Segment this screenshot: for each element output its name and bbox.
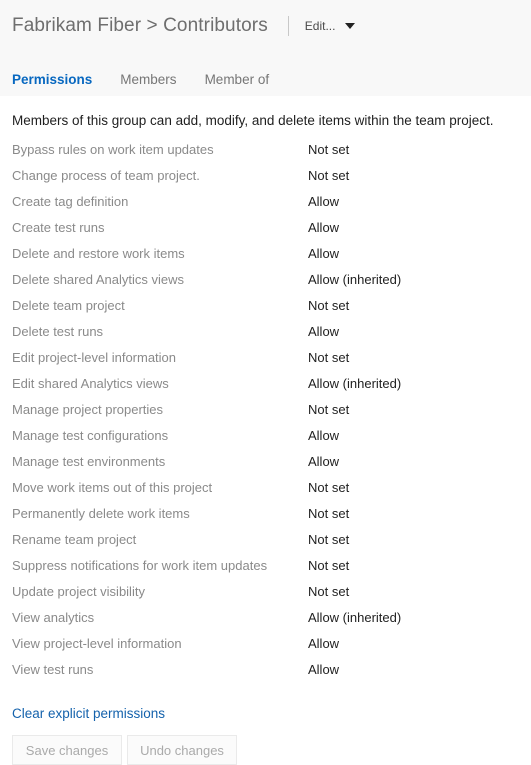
permission-value[interactable]: Allow <box>308 246 339 261</box>
permission-name: Create test runs <box>12 220 105 235</box>
permission-row[interactable]: Manage test environments Allow <box>12 454 519 480</box>
permission-value[interactable]: Allow (inherited) <box>308 272 401 287</box>
permission-row[interactable]: Change process of team project. Not set <box>12 168 519 194</box>
permission-value[interactable]: Allow <box>308 220 339 235</box>
tab-member-of[interactable]: Member of <box>205 72 270 90</box>
permission-row[interactable]: Delete test runs Allow <box>12 324 519 350</box>
permission-value[interactable]: Allow <box>308 194 339 209</box>
permission-value[interactable]: Allow (inherited) <box>308 610 401 625</box>
tab-members[interactable]: Members <box>120 72 176 90</box>
permission-name: Edit shared Analytics views <box>12 376 169 391</box>
permission-name: Delete test runs <box>12 324 104 339</box>
permission-row[interactable]: Rename team project Not set <box>12 532 519 558</box>
permission-value[interactable]: Not set <box>308 402 349 417</box>
permission-value[interactable]: Not set <box>308 168 349 183</box>
permission-name: View test runs <box>12 662 94 677</box>
permission-name: Rename team project <box>12 532 137 547</box>
permission-name: View analytics <box>12 610 95 625</box>
permission-value[interactable]: Not set <box>308 142 349 157</box>
permission-name: Manage test configurations <box>12 428 169 443</box>
title-divider <box>287 16 289 36</box>
permission-value[interactable]: Not set <box>308 584 349 599</box>
permission-value[interactable]: Allow (inherited) <box>308 376 401 391</box>
permission-name: Edit project-level information <box>12 350 177 365</box>
permission-row[interactable]: Edit project-level information Not set <box>12 350 519 376</box>
permission-name: Manage project properties <box>12 402 164 417</box>
permission-name: Move work items out of this project <box>12 480 213 495</box>
permission-value[interactable]: Not set <box>308 350 349 365</box>
permission-row[interactable]: Manage project properties Not set <box>12 402 519 428</box>
page-title: Fabrikam Fiber > Contributors <box>12 15 268 36</box>
permission-name: View project-level information <box>12 636 182 651</box>
permission-row[interactable]: Update project visibility Not set <box>12 584 519 610</box>
tab-bar: Permissions Members Member of <box>12 72 297 90</box>
permission-row[interactable]: Manage test configurations Allow <box>12 428 519 454</box>
permission-value[interactable]: Not set <box>308 480 349 495</box>
permission-row[interactable]: Create test runs Allow <box>12 220 519 246</box>
permission-row[interactable]: Suppress notifications for work item upd… <box>12 558 519 584</box>
undo-changes-button[interactable]: Undo changes <box>127 735 237 765</box>
main-content: Members of this group can add, modify, a… <box>0 96 531 765</box>
tab-permissions[interactable]: Permissions <box>12 72 92 90</box>
permission-row[interactable]: Permanently delete work items Not set <box>12 506 519 532</box>
chevron-down-icon <box>345 23 356 29</box>
save-changes-button[interactable]: Save changes <box>12 735 122 765</box>
permission-name: Permanently delete work items <box>12 506 190 521</box>
permission-name: Create tag definition <box>12 194 129 209</box>
permission-name: Delete team project <box>12 298 125 313</box>
permission-value[interactable]: Not set <box>308 558 349 573</box>
permission-row[interactable]: Edit shared Analytics views Allow (inheri… <box>12 376 519 402</box>
page-header: Fabrikam Fiber > Contributors Edit... Pe… <box>0 0 531 96</box>
group-description: Members of this group can add, modify, a… <box>12 113 494 128</box>
permission-value[interactable]: Not set <box>308 298 349 313</box>
permission-row[interactable]: Move work items out of this project Not s… <box>12 480 519 506</box>
permission-value[interactable]: Allow <box>308 428 339 443</box>
permission-name: Change process of team project. <box>12 168 200 183</box>
permission-row[interactable]: Delete shared Analytics views Allow (inhe… <box>12 272 519 298</box>
permission-row[interactable]: View project-level information Allow <box>12 636 519 662</box>
permission-value[interactable]: Allow <box>308 662 339 677</box>
permission-name: Manage test environments <box>12 454 166 469</box>
permission-name: Delete shared Analytics views <box>12 272 184 287</box>
permission-name: Suppress notifications for work item upd… <box>12 558 268 573</box>
permission-row[interactable]: Delete and restore work items Allow <box>12 246 519 272</box>
permission-value[interactable]: Not set <box>308 506 349 521</box>
permission-name: Bypass rules on work item updates <box>12 142 214 157</box>
permission-row[interactable]: Create tag definition Allow <box>12 194 519 220</box>
permission-name: Update project visibility <box>12 584 145 599</box>
edit-menu-label: Edit... <box>304 19 336 33</box>
action-button-row: Save changes Undo changes <box>12 735 531 765</box>
permission-value[interactable]: Allow <box>308 324 339 339</box>
permission-row[interactable]: Delete team project Not set <box>12 298 519 324</box>
title-row: Fabrikam Fiber > Contributors Edit... <box>12 12 356 40</box>
permissions-page: Fabrikam Fiber > Contributors Edit... Pe… <box>0 0 531 765</box>
permission-value[interactable]: Not set <box>308 532 349 547</box>
permissions-list: Bypass rules on work item updates Not set… <box>0 142 531 688</box>
permission-value[interactable]: Allow <box>308 454 339 469</box>
permission-row[interactable]: View analytics Allow (inherited) <box>12 610 519 636</box>
permission-row[interactable]: View test runs Allow <box>12 662 519 688</box>
edit-menu-button[interactable]: Edit... <box>305 15 356 37</box>
clear-explicit-permissions-link[interactable]: Clear explicit permissions <box>12 706 165 721</box>
permission-value[interactable]: Allow <box>308 636 339 651</box>
permission-name: Delete and restore work items <box>12 246 185 261</box>
permission-row[interactable]: Bypass rules on work item updates Not set <box>12 142 519 168</box>
